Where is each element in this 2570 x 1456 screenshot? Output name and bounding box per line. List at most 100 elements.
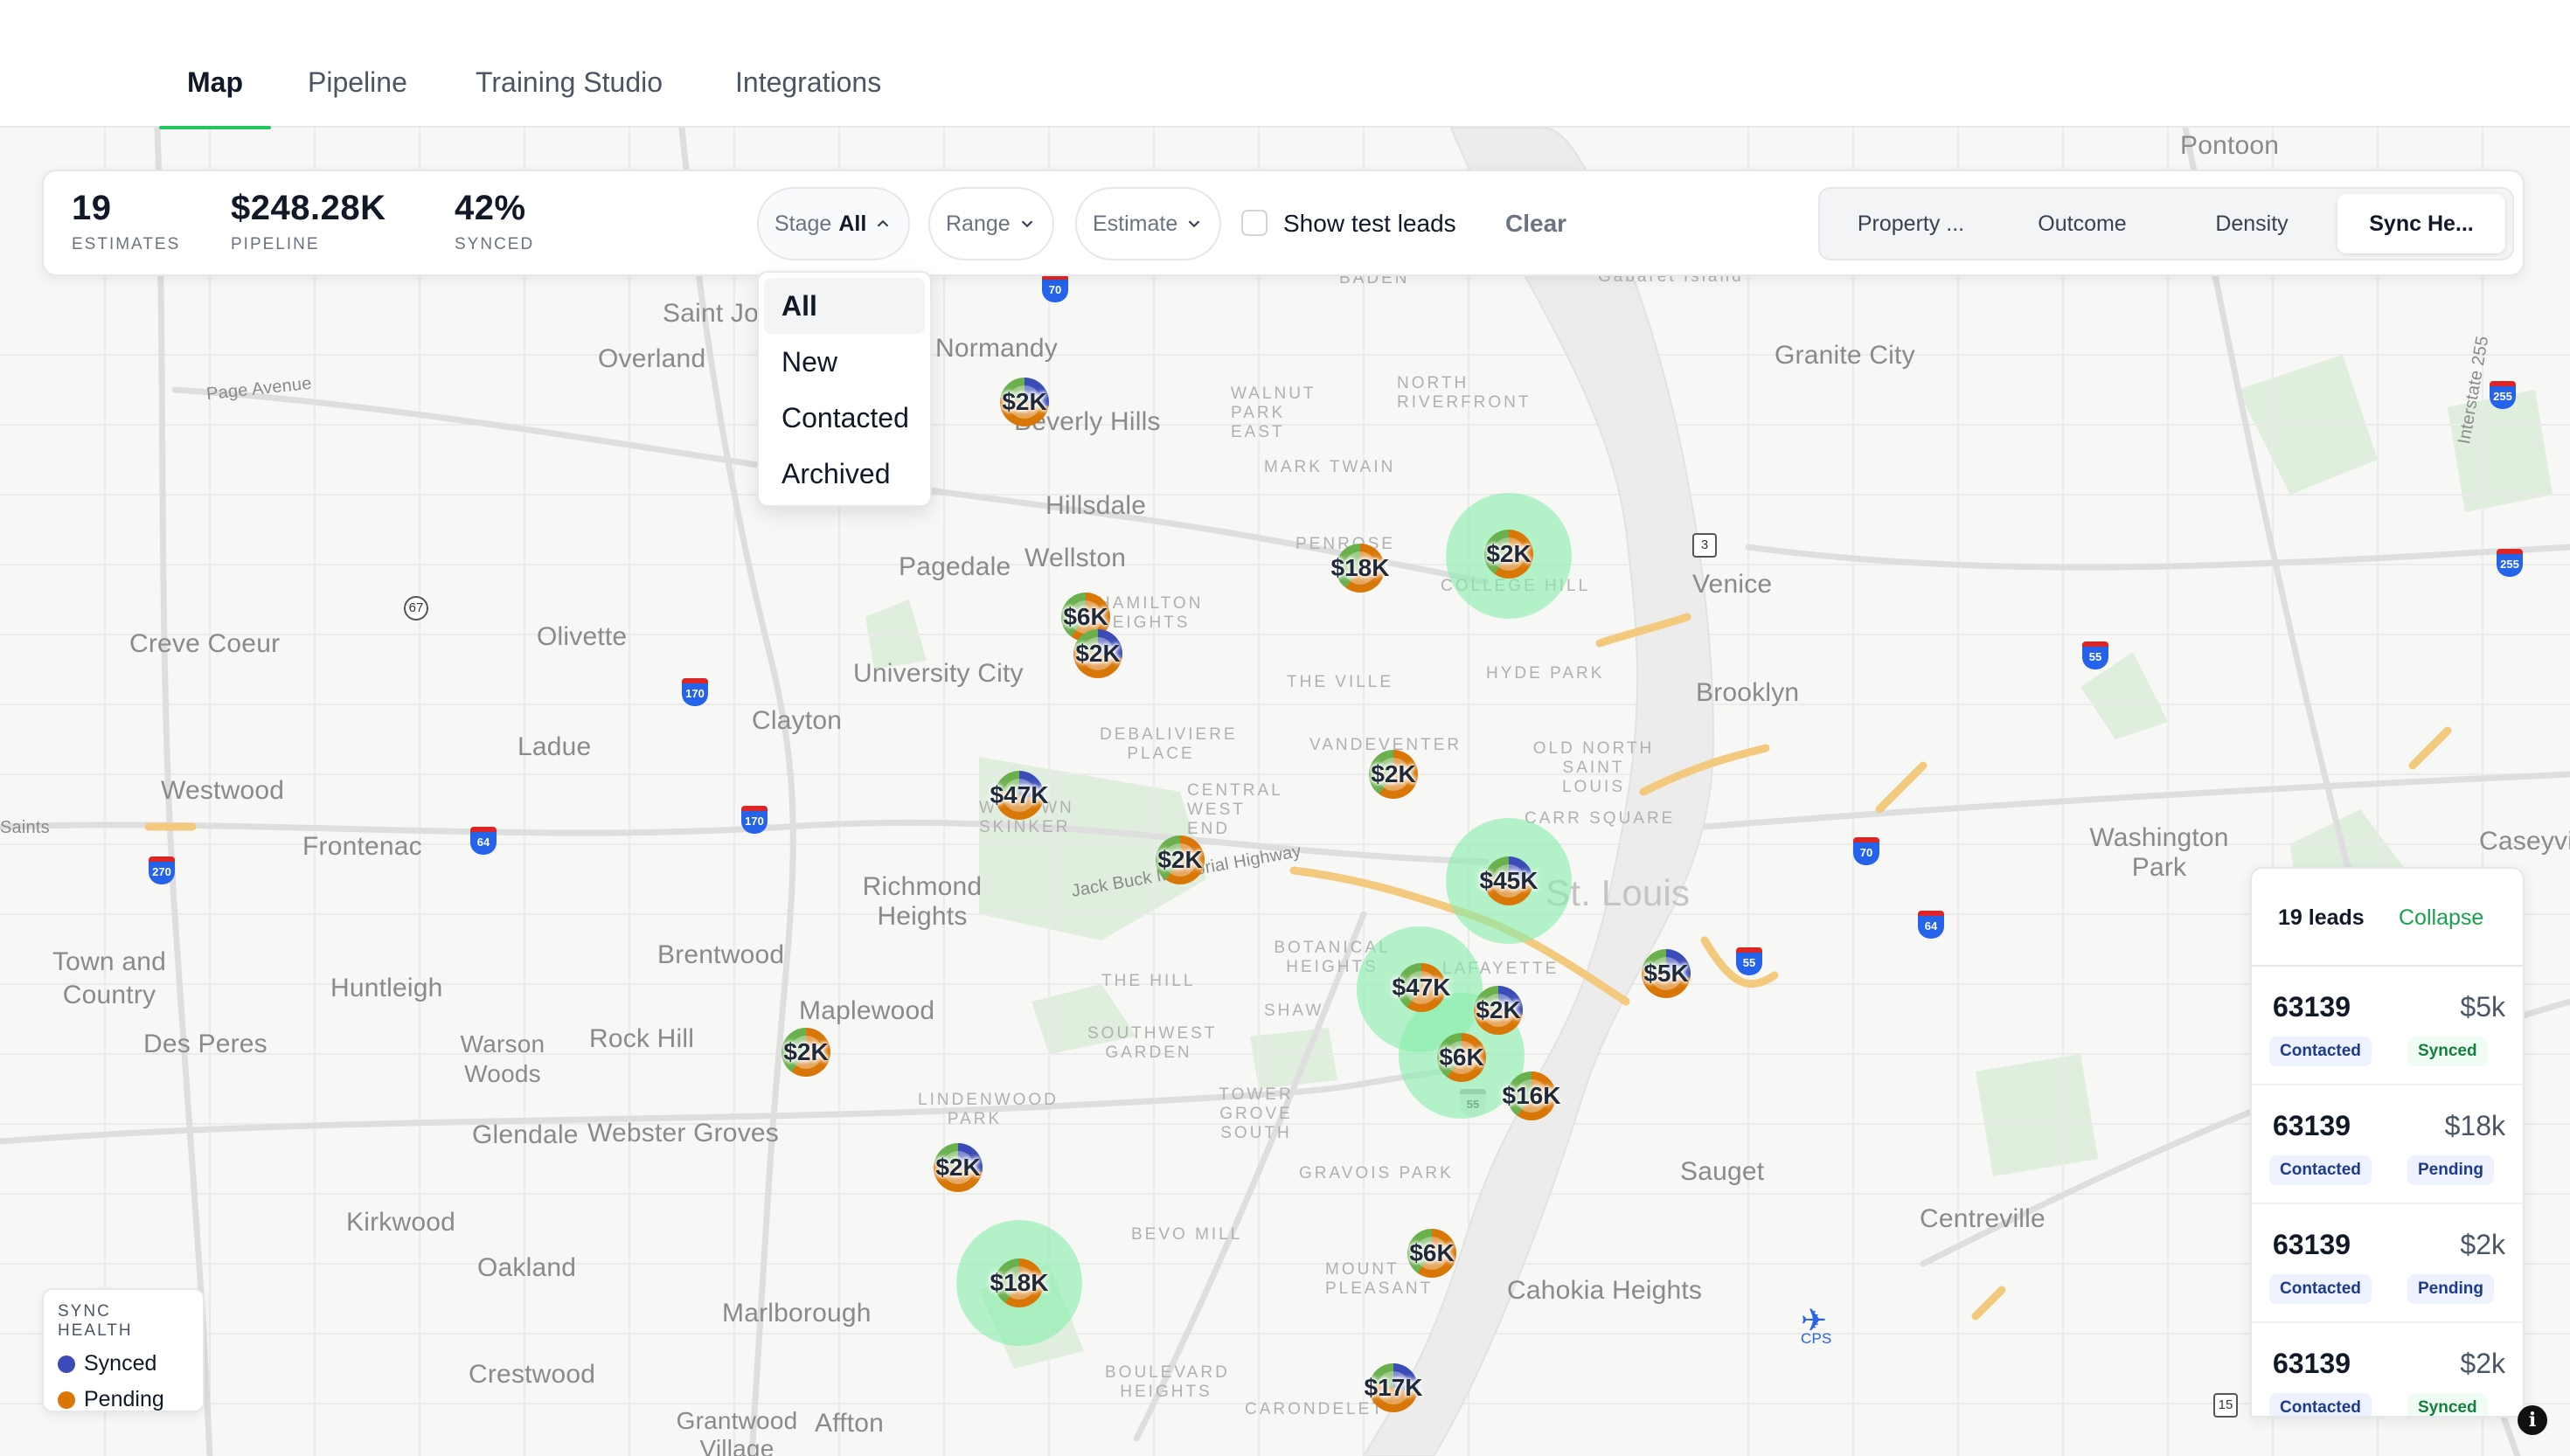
estimate-marker[interactable]: $45K <box>1480 856 1538 905</box>
info-icon[interactable]: i <box>2518 1405 2547 1435</box>
place-label: Glendale <box>472 1120 579 1149</box>
neighborhood-label: MARK TWAIN <box>1264 458 1396 476</box>
show-test-leads-label[interactable]: Show test leads <box>1283 210 1456 238</box>
show-test-leads-checkbox[interactable] <box>1241 210 1268 236</box>
estimate-marker[interactable]: $2K <box>1073 629 1122 678</box>
stage-option-all[interactable]: All <box>764 278 925 334</box>
neighborhood-label: LINDENWOOD PARK <box>918 1091 1059 1128</box>
estimate-marker[interactable]: $6K <box>1407 1229 1456 1278</box>
stage-dropdown-menu: All New Contacted Archived <box>757 271 932 507</box>
estimate-marker[interactable]: $18K <box>1331 544 1389 593</box>
lead-card[interactable]: 63139 $18k Contacted Pending <box>2252 1085 2523 1204</box>
interstate-shield: 170 <box>741 806 768 834</box>
place-label: Pontoon <box>2180 131 2280 160</box>
interstate-shield: 255 <box>2497 549 2523 577</box>
estimate-marker[interactable]: $6K <box>1437 1033 1486 1082</box>
place-label: Maplewood <box>799 996 935 1025</box>
place-label: Marlborough <box>722 1299 872 1328</box>
estimate-marker[interactable]: $16K <box>1503 1071 1560 1120</box>
tab-integrations[interactable]: Integrations <box>735 66 881 128</box>
estimate-marker[interactable]: $2K <box>1156 835 1205 884</box>
place-label: Hillsdale <box>1045 491 1147 520</box>
estimate-marker[interactable]: $2K <box>934 1143 983 1192</box>
estimate-marker-label: $2K <box>1002 388 1047 415</box>
neighborhood-label: GRAVOIS PARK <box>1299 1164 1454 1182</box>
estimate-marker-label: $47K <box>1392 974 1451 1001</box>
map-canvas[interactable]: Saint Jo Overland Normandy Beverly Hills… <box>0 128 2570 1456</box>
estimate-marker[interactable]: $18K <box>990 1258 1048 1307</box>
lead-amount: $2k <box>2460 1229 2505 1260</box>
place-label: Saints <box>0 818 50 837</box>
view-mode-sync-health[interactable]: Sync He... <box>2337 194 2505 253</box>
tab-pipeline[interactable]: Pipeline <box>308 66 407 128</box>
stage-filter-button[interactable]: Stage All <box>757 187 911 260</box>
neighborhood-label: CARR SQUARE <box>1525 809 1676 828</box>
estimate-marker[interactable]: $17K <box>1365 1363 1422 1412</box>
view-mode-toggle: Property ... Outcome Density Sync He... <box>1818 187 2514 260</box>
place-label: Granite City <box>1775 341 1915 370</box>
neighborhood-label: BOULEVARD HEIGHTS <box>1105 1363 1230 1401</box>
lead-sync-badge: Synced <box>2407 1037 2488 1066</box>
legend-item-label: Synced <box>84 1351 157 1376</box>
stage-option-contacted[interactable]: Contacted <box>764 390 925 446</box>
place-label: Town and Country <box>52 947 167 1009</box>
place-label: Des Peres <box>143 1030 267 1058</box>
interstate-shield: 70 <box>1042 274 1068 302</box>
estimate-marker-label: $6K <box>1063 603 1108 630</box>
range-filter-button[interactable]: Range <box>928 187 1054 260</box>
estimate-marker[interactable]: $2K <box>1484 530 1533 579</box>
lead-stage-badge: Contacted <box>2269 1037 2372 1066</box>
lead-zip: 63139 <box>2273 991 2351 1023</box>
view-mode-outcome[interactable]: Outcome <box>1998 194 2166 253</box>
estimate-marker[interactable]: $47K <box>990 771 1048 820</box>
estimate-marker[interactable]: $2K <box>1000 378 1049 426</box>
lead-card[interactable]: 63139 $2k Contacted Pending <box>2252 1204 2523 1323</box>
neighborhood-label: HAMILTON HEIGHTS <box>1098 594 1204 632</box>
tab-training-studio[interactable]: Training Studio <box>476 66 663 128</box>
legend-item-synced: Synced <box>58 1351 189 1376</box>
clear-filters-button[interactable]: Clear <box>1505 210 1566 238</box>
neighborhood-label: TOWER GROVE SOUTH <box>1219 1085 1294 1142</box>
place-label: Ladue <box>517 732 592 761</box>
place-label: Olivette <box>537 622 628 651</box>
stage-option-new[interactable]: New <box>764 334 925 390</box>
neighborhood-label: HYDE PARK <box>1486 664 1605 683</box>
place-label: Venice <box>1692 570 1773 599</box>
estimate-marker-label: $2K <box>783 1038 829 1065</box>
chevron-down-icon <box>1021 220 1032 228</box>
estimate-marker-label: $2K <box>1371 760 1416 787</box>
estimate-marker[interactable]: $2K <box>1474 986 1523 1035</box>
collapse-button[interactable]: Collapse <box>2399 905 2483 931</box>
place-label: Richmond Heights <box>862 872 983 931</box>
stage-filter-label: Stage <box>774 211 832 236</box>
tab-map[interactable]: Map <box>159 66 271 129</box>
lead-stage-badge: Contacted <box>2269 1274 2372 1304</box>
place-label: Warson Woods <box>460 1030 545 1087</box>
view-mode-property[interactable]: Property ... <box>1827 194 1995 253</box>
estimate-marker-label: $2K <box>1486 540 1532 567</box>
lead-card[interactable]: 63139 $5k Contacted Synced <box>2252 967 2523 1085</box>
lead-zip: 63139 <box>2273 1229 2351 1260</box>
neighborhood-label: DEBALIVIERE PLACE <box>1100 725 1238 763</box>
estimate-filter-button[interactable]: Estimate <box>1075 187 1222 260</box>
estimate-marker[interactable]: $2K <box>1369 750 1418 799</box>
estimate-marker[interactable]: $2K <box>781 1028 830 1077</box>
estimate-marker[interactable]: $47K <box>1393 963 1450 1012</box>
legend-item-pending: Pending <box>58 1387 189 1412</box>
interstate-shield: 64 <box>470 827 497 855</box>
stat-synced: 42% SYNCED <box>455 189 534 254</box>
neighborhood-label: WALNUT PARK EAST <box>1231 385 1316 441</box>
stat-label: PIPELINE <box>231 235 320 253</box>
stage-option-archived[interactable]: Archived <box>764 446 925 502</box>
place-label: Creve Coeur <box>129 629 281 658</box>
neighborhood-label: SHAW <box>1264 1002 1324 1020</box>
stat-label: SYNCED <box>455 235 535 253</box>
view-mode-density[interactable]: Density <box>2168 194 2336 253</box>
stat-value: 19 <box>72 189 112 227</box>
top-navigation: Map Pipeline Training Studio Integration… <box>0 0 2570 129</box>
estimate-marker[interactable]: $5K <box>1642 949 1691 998</box>
sync-health-legend: SYNC HEALTH Synced Pending <box>42 1288 205 1412</box>
interstate-shield: 170 <box>682 678 708 706</box>
lead-card[interactable]: 63139 $2k Contacted Synced <box>2252 1323 2523 1416</box>
place-label: Rock Hill <box>589 1024 695 1053</box>
